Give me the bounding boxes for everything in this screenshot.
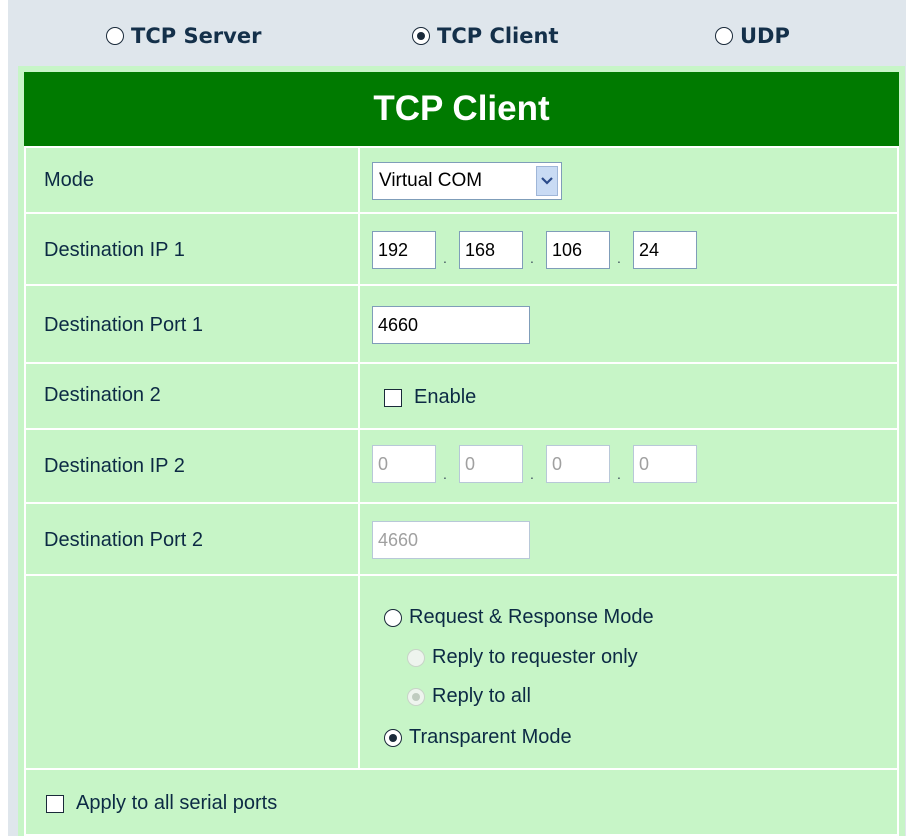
tcp-server-radio[interactable]: TCP Server [106,24,261,48]
reply-all-radio[interactable]: Reply to all [407,685,531,708]
dest2-enable-checkbox[interactable]: Enable [384,386,476,409]
dest-ip1-label-cell: Destination IP 1 [24,212,360,286]
dest-ip2-label-cell: Destination IP 2 [24,428,360,504]
transfer-mode-value-cell: Request & Response Mode Reply to request… [358,574,899,770]
settings-frame: TCP Server TCP Client UDP TCP Client Mod… [8,0,906,836]
radio-disabled-checked-icon [407,687,425,706]
mode-label-cell: Mode [24,146,360,214]
radio-icon [715,27,733,45]
ip-separator: . [617,466,621,482]
dest-ip1-label: Destination IP 1 [44,239,185,261]
dest-ip2-value-cell: 0 . 0 . 0 . 0 [358,428,899,504]
dest-port2-value-cell: 4660 [358,502,899,576]
transparent-mode-label: Transparent Mode [409,726,572,748]
dest-port1-value-cell: 4660 [358,284,899,364]
mode-select-value: Virtual COM [379,170,483,191]
dest-ip2-label: Destination IP 2 [44,455,185,477]
mode-select[interactable]: Virtual COM [372,162,562,200]
reply-requester-label: Reply to requester only [432,646,638,668]
radio-icon [384,608,402,627]
apply-all-label: Apply to all serial ports [76,792,278,814]
reply-all-label: Reply to all [432,685,531,707]
checkbox-icon [384,388,402,407]
dest2-enable-label: Enable [414,386,477,408]
ip-separator: . [443,466,447,482]
dest-port2-input[interactable]: 4660 [372,521,530,559]
ip-separator: . [443,250,447,266]
radio-disabled-icon [407,648,425,667]
request-response-radio[interactable]: Request & Response Mode [384,606,654,629]
dest-port1-label: Destination Port 1 [44,314,203,336]
panel-title: TCP Client [24,72,899,146]
dest-ip2-octet1-input[interactable]: 0 [372,445,436,483]
radio-checked-icon [412,27,430,45]
ip-separator: . [530,250,534,266]
dest2-label: Destination 2 [44,384,161,406]
ip-separator: . [617,250,621,266]
dest-port1-input[interactable]: 4660 [372,306,530,344]
apply-all-checkbox[interactable]: Apply to all serial ports [46,792,277,815]
dest-port2-label-cell: Destination Port 2 [24,502,360,576]
dest-ip1-octet1-input[interactable]: 192 [372,231,436,269]
dest2-label-cell: Destination 2 [24,362,360,430]
dest-ip1-octet2-input[interactable]: 168 [459,231,523,269]
request-response-label: Request & Response Mode [409,606,654,628]
dest-port2-label: Destination Port 2 [44,529,203,551]
dest-ip1-octet3-input[interactable]: 106 [546,231,610,269]
tcp-client-panel: TCP Client Mode Virtual COM Destination … [18,66,905,836]
tcp-client-radio[interactable]: TCP Client [412,24,558,48]
checkbox-icon [46,794,64,813]
dest-ip2-octet2-input[interactable]: 0 [459,445,523,483]
mode-label: Mode [44,169,95,191]
udp-label: UDP [740,24,790,48]
radio-icon [106,27,124,45]
mode-value-cell: Virtual COM [358,146,899,214]
reply-requester-radio[interactable]: Reply to requester only [407,646,638,669]
operation-mode-tabs: TCP Server TCP Client UDP [8,0,906,66]
tcp-server-label: TCP Server [131,24,262,48]
dest-ip1-octet4-input[interactable]: 24 [633,231,697,269]
dest-ip1-value-cell: 192 . 168 . 106 . 24 [358,212,899,286]
chevron-down-icon[interactable] [536,166,558,196]
transparent-mode-radio[interactable]: Transparent Mode [384,726,572,749]
apply-all-cell: Apply to all serial ports [24,768,899,836]
dest2-value-cell: Enable [358,362,899,430]
transfer-mode-label-cell [24,574,360,770]
udp-radio[interactable]: UDP [715,24,790,48]
dest-port1-label-cell: Destination Port 1 [24,284,360,364]
ip-separator: . [530,466,534,482]
dest-ip2-octet3-input[interactable]: 0 [546,445,610,483]
tcp-client-label: TCP Client [437,24,559,48]
dest-ip2-octet4-input[interactable]: 0 [633,445,697,483]
radio-checked-icon [384,728,402,747]
